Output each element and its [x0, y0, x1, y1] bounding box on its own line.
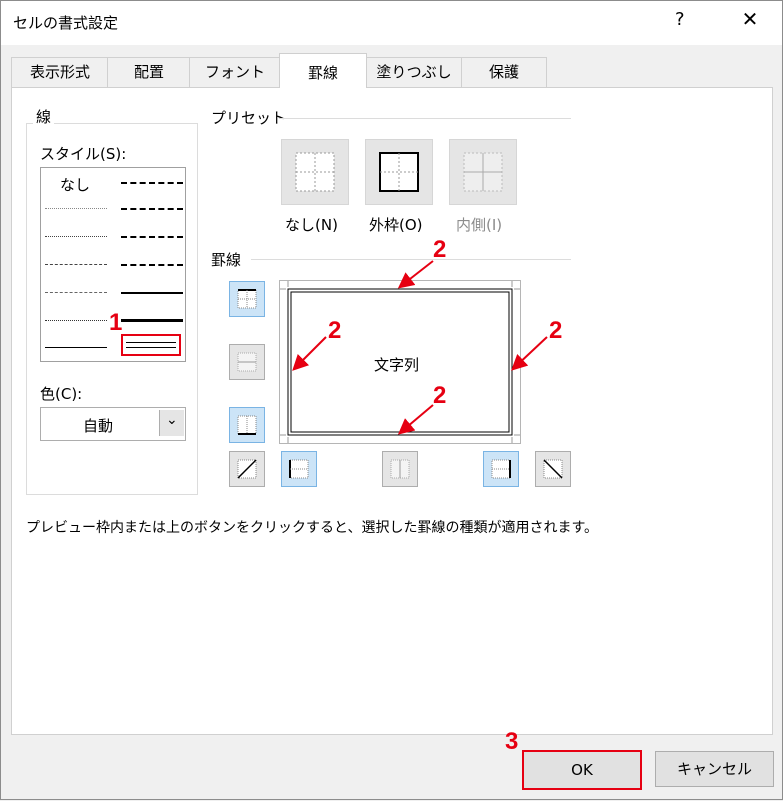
annotation-arrows [292, 260, 548, 435]
annotation-step-2-bottom: 2 [433, 382, 447, 409]
annotation-step-2-top: 2 [433, 236, 447, 263]
annotation-step-2-left: 2 [328, 317, 342, 344]
ok-button[interactable]: OK [522, 750, 642, 790]
annotation-step-2-right: 2 [549, 317, 563, 344]
format-cells-dialog: セルの書式設定 ? ✕ 表示形式 配置 フォント 罫線 塗りつぶし 保護 線 ス… [0, 0, 783, 800]
cancel-button[interactable]: キャンセル [655, 751, 774, 787]
annotation-step-3: 3 [505, 728, 519, 755]
hint-text: プレビュー枠内または上のボタンをクリックすると、選択した罫線の種類が適用されます… [26, 520, 599, 536]
tab-border[interactable]: 罫線 [279, 53, 367, 88]
